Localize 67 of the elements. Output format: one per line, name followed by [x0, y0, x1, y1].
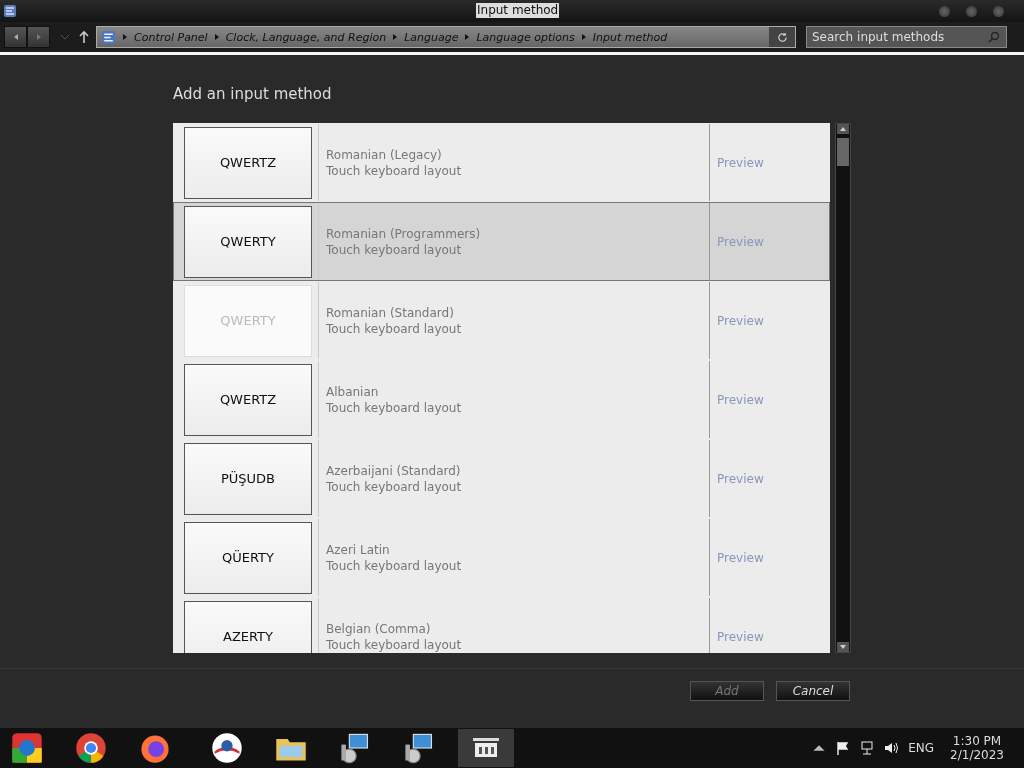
taskbar-active-app[interactable]: [458, 729, 514, 767]
method-name: Azerbaijani (Standard): [326, 463, 462, 478]
refresh-icon: [776, 31, 788, 43]
colorful-app-icon[interactable]: [10, 731, 44, 765]
input-method-row[interactable]: AZERTY Belgian (Comma) Touch keyboard layout Preview: [173, 597, 830, 653]
clock-time[interactable]: 1:30 PM: [952, 734, 1002, 748]
page-heading: Add an input method: [173, 85, 333, 103]
input-method-row[interactable]: QWERTY Romanian (Programmers) Touch keyboard layout Preview: [173, 202, 830, 281]
keyboard-layout-tile[interactable]: AZERTY: [184, 600, 312, 653]
chevron-icon: [392, 33, 399, 41]
minimize-button[interactable]: [939, 5, 950, 17]
method-description: Touch keyboard layout: [326, 163, 463, 178]
method-name: Albanian: [326, 384, 380, 399]
method-name: Romanian (Standard): [326, 305, 455, 320]
language-indicator[interactable]: ENG: [908, 741, 935, 755]
method-name: Azeri Latin: [326, 542, 391, 557]
flag-icon[interactable]: [836, 741, 851, 755]
up-arrow-icon[interactable]: [78, 30, 90, 44]
method-description: Touch keyboard layout: [326, 637, 463, 652]
breadcrumb-item[interactable]: Clock, Language, and Region: [225, 30, 387, 44]
keyboard-layout-tile[interactable]: PÜŞUDB: [184, 442, 312, 515]
toolbox-icon: [472, 736, 500, 760]
search-field[interactable]: Search input methods: [806, 26, 1007, 48]
network-icon[interactable]: [860, 741, 875, 755]
method-description: Touch keyboard layout: [326, 400, 463, 415]
method-description: Touch keyboard layout: [326, 558, 463, 573]
breadcrumb-item[interactable]: Language: [404, 30, 459, 44]
scroll-up-icon[interactable]: [837, 124, 849, 134]
keyboard-layout-tile[interactable]: QÜERTY: [184, 521, 312, 594]
chevron-icon: [213, 33, 220, 41]
volume-icon[interactable]: [884, 741, 899, 755]
chevron-icon: [464, 33, 471, 41]
method-description: Touch keyboard layout: [326, 479, 463, 494]
keyboard-layout-tile[interactable]: QWERTZ: [184, 126, 312, 199]
forward-button[interactable]: [27, 26, 50, 48]
app-icon: [3, 4, 17, 18]
breadcrumb-item[interactable]: Language options: [476, 30, 575, 44]
window-title: Input method: [476, 3, 560, 18]
back-button[interactable]: [4, 26, 27, 48]
method-name: Belgian (Comma): [326, 621, 432, 636]
breadcrumb-item[interactable]: Control Panel: [134, 30, 208, 44]
method-name: Romanian (Programmers): [326, 226, 482, 241]
close-button[interactable]: [993, 5, 1004, 17]
method-name: Romanian (Legacy): [326, 147, 443, 162]
maximize-button[interactable]: [966, 5, 977, 17]
scroll-down-icon[interactable]: [837, 642, 849, 652]
control-panel-icon: [101, 29, 116, 45]
input-method-row[interactable]: QWERTZ Albanian Touch keyboard layout Preview: [173, 360, 830, 439]
refresh-button[interactable]: [769, 27, 795, 47]
chevron-icon: [122, 33, 128, 41]
method-description: Touch keyboard layout: [326, 242, 463, 257]
round-logo-icon[interactable]: [210, 731, 244, 765]
browser-icon[interactable]: [74, 731, 108, 765]
keyboard-layout-tile[interactable]: QWERTY: [184, 205, 312, 278]
method-description: Touch keyboard layout: [326, 321, 463, 336]
scroll-thumb[interactable]: [837, 138, 849, 166]
input-method-row[interactable]: QWERTZ Romanian (Legacy) Touch keyboard layout Preview: [173, 123, 830, 202]
clock-date[interactable]: 2/1/2023: [950, 748, 1004, 762]
keyboard-layout-tile[interactable]: QWERTZ: [184, 363, 312, 436]
dialog-button[interactable]: Cancel: [776, 681, 850, 701]
scrollbar[interactable]: [835, 123, 851, 653]
input-method-row[interactable]: PÜŞUDB Azerbaijani (Standard) Touch keyboard layout Preview: [173, 439, 830, 518]
address-bar[interactable]: Control Panel Clock, Language, and Region Language Language options Input method: [96, 26, 796, 48]
forward-arrow-icon: [34, 33, 43, 41]
breadcrumb-item[interactable]: Input method: [592, 30, 668, 44]
chevron-icon: [580, 33, 587, 41]
input-method-row[interactable]: QÜERTY Azeri Latin Touch keyboard layout Preview: [173, 518, 830, 597]
